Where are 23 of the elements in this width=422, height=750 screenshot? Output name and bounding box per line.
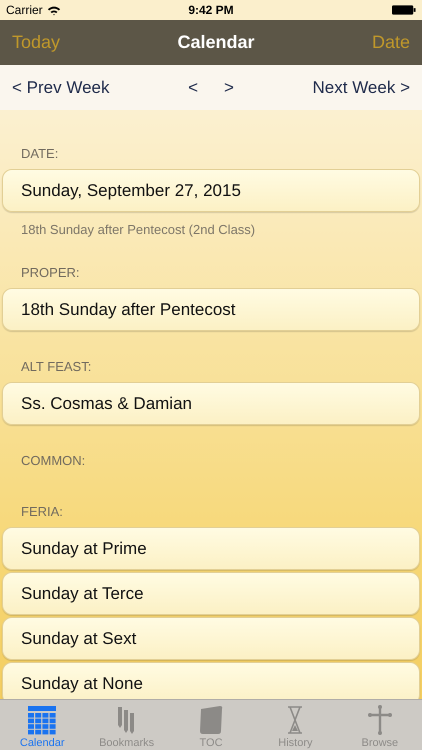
next-day-button[interactable]: > — [224, 78, 234, 98]
prev-week-button[interactable]: < Prev Week — [12, 78, 110, 98]
list-row[interactable]: Sunday at Sext — [2, 617, 420, 660]
prev-day-button[interactable]: < — [188, 78, 198, 98]
section-label: DATE: — [20, 146, 60, 161]
section-label: ALT FEAST: — [20, 359, 92, 374]
wifi-icon — [46, 4, 61, 16]
carrier-name: Carrier — [6, 3, 43, 17]
section-note: 18th Sunday after Pentecost (2nd Class) — [20, 222, 256, 237]
list-row[interactable]: Sunday, September 27, 2015 — [2, 169, 420, 212]
section-label: FERIA: — [20, 504, 64, 519]
battery-icon — [392, 5, 416, 15]
list-row[interactable]: Sunday at None — [2, 662, 420, 699]
calendar-grid-icon — [27, 705, 58, 735]
list-row[interactable]: 18th Sunday after Pentecost — [2, 288, 420, 331]
list-row[interactable]: Ss. Cosmas & Damian — [2, 382, 420, 425]
section-label: COMMON: — [20, 453, 86, 468]
status-time: 9:42 PM — [188, 3, 234, 17]
section-label: PROPER: — [20, 265, 81, 280]
list-row[interactable]: Sunday at Prime — [2, 527, 420, 570]
screen-title: Calendar — [177, 32, 255, 53]
list-row[interactable]: Sunday at Terce — [2, 572, 420, 615]
next-week-button[interactable]: Next Week > — [312, 78, 410, 98]
